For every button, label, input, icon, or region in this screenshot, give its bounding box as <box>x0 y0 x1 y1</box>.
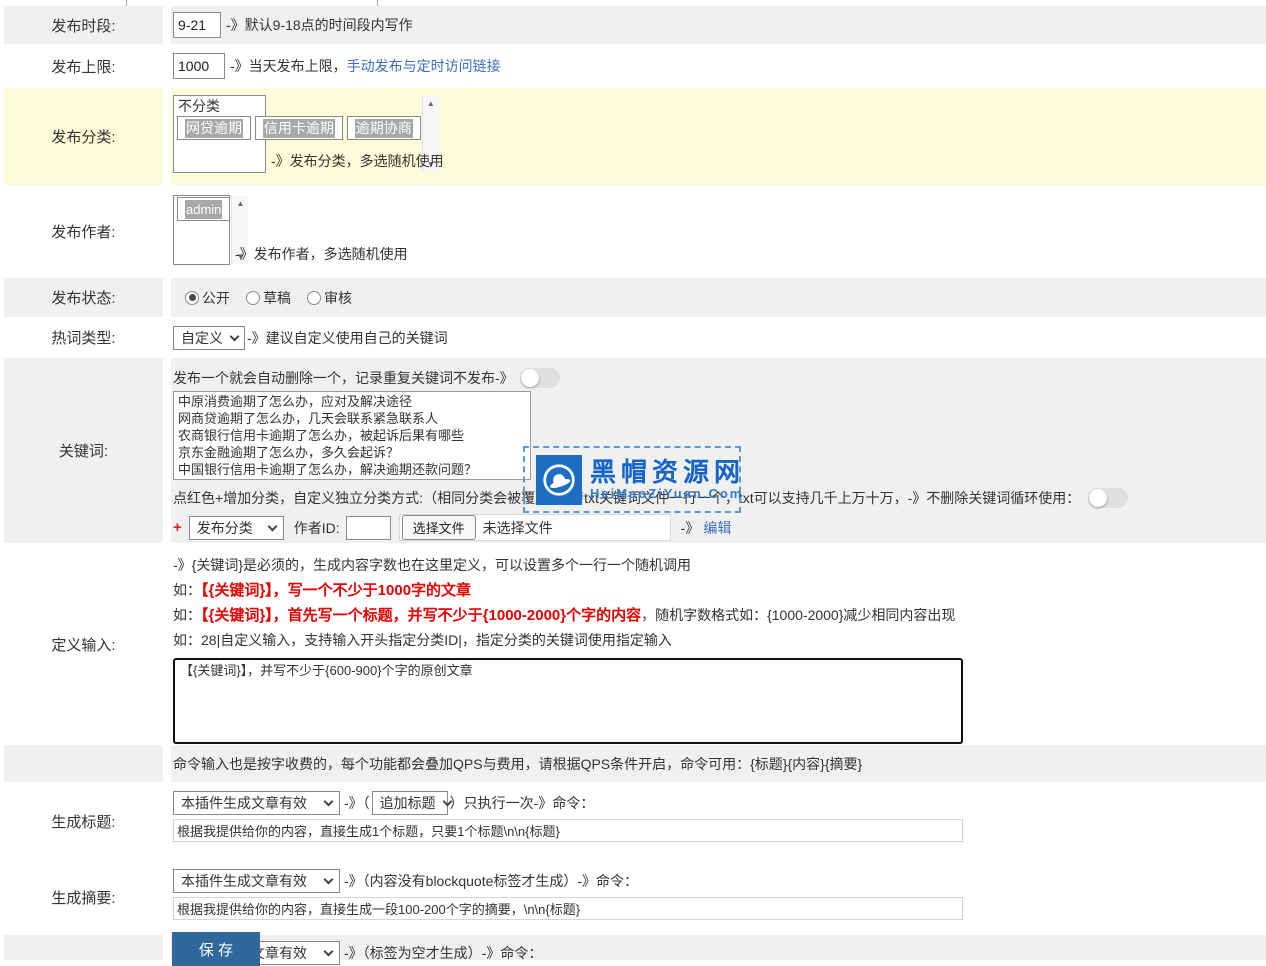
save-button[interactable]: 保 存 <box>172 932 260 966</box>
radio-icon[interactable] <box>307 291 321 305</box>
watermark-subtitle: HeiMaoZiYuan.Com <box>590 486 745 501</box>
scroll-up-icon[interactable]: ▲ <box>427 99 435 108</box>
row-publish-limit: 发布上限: -》当天发布上限，手动发布与定时访问链接 <box>0 44 1266 88</box>
row-command-note: 命令输入也是按字收费的，每个功能都会叠加QPS与费用，请根据QPS条件开启，命令… <box>0 745 1266 782</box>
row-publish-status: 发布状态: 公开 草稿 审核 <box>0 278 1266 317</box>
publish-time-hint: -》默认9-18点的时间段内写作 <box>226 15 413 35</box>
publish-status-group: 公开 草稿 审核 <box>185 288 352 308</box>
define-line-3-red: 【{关键词}】，首先写一个标题，并写不少于{1000-2000}个字的内容 <box>201 607 641 624</box>
chevron-down-icon <box>230 331 240 341</box>
choose-file-button[interactable]: 选择文件 <box>402 515 476 540</box>
publish-time-label: 发布时段: <box>4 6 163 44</box>
chevron-down-icon <box>324 875 334 885</box>
define-line-3: 如：【{关键词}】，首先写一个标题，并写不少于{1000-2000}个字的内容，… <box>173 603 955 628</box>
category-option-selected[interactable]: 信用卡逾期 <box>255 116 343 140</box>
row-hotword-type: 热词类型: 自定义 -》建议自定义使用自己的关键词 <box>0 317 1266 358</box>
gen-title-append-select[interactable]: 追加标题 <box>372 791 448 815</box>
manual-publish-link[interactable]: 手动发布与定时访问链接 <box>347 56 501 76</box>
scroll-up-icon[interactable]: ▲ <box>236 199 244 208</box>
input-edge-fragment <box>126 0 127 6</box>
add-category-plus-icon[interactable]: + <box>173 519 182 536</box>
row-gen-summary: 生成摘要: 本插件生成文章有效 -》（内容没有blockquote标签才生成）-… <box>0 860 1266 935</box>
define-input-label: 定义输入: <box>4 543 163 745</box>
row-publish-author: 发布作者: admin ▲ ▼ -》发布作者，多选随机使用 <box>0 185 1266 278</box>
gen-summary-mode-select[interactable]: 本插件生成文章有效 <box>173 869 340 893</box>
keyword-line: 网商贷逾期了怎么办，几天会联系紧急联系人 <box>178 410 526 427</box>
gen-title-label: 生成标题: <box>4 782 163 860</box>
edit-link[interactable]: 编辑 <box>703 518 731 538</box>
publish-limit-label: 发布上限: <box>4 44 163 88</box>
watermark-box: 黑帽资源网 HeiMaoZiYuan.Com <box>523 446 741 513</box>
gen-title-command-input[interactable]: 根据我提供给你的内容，直接生成1个标题，只要1个标题\n\n{标题} <box>173 819 963 842</box>
keyword-line: 农商银行信用卡逾期了怎么办，被起诉后果有哪些 <box>178 427 526 444</box>
file-upload-control[interactable]: 选择文件 未选择文件 <box>399 514 671 541</box>
publish-limit-input[interactable] <box>173 53 225 79</box>
keywords-label: 关键词: <box>4 358 163 543</box>
keyword-line: 中国银行信用卡逾期了怎么办，解决逾期还款问题？ <box>178 461 526 478</box>
chevron-down-icon <box>324 797 334 807</box>
define-line-2-red: 【{关键词}】，写一个不少于1000字的文章 <box>201 582 471 599</box>
black-hat-logo-icon <box>536 455 582 505</box>
radio-checked-icon[interactable] <box>185 291 199 305</box>
publish-limit-hint: -》当天发布上限， <box>230 56 347 76</box>
author-id-label: 作者ID: <box>294 518 340 538</box>
publish-category-label: 发布分类: <box>4 88 163 185</box>
radio-public[interactable]: 公开 <box>185 288 230 308</box>
file-status-text: 未选择文件 <box>483 518 553 538</box>
define-input-textarea[interactable]: 【{关键词}】，并写不少于{600-900}个字的原创文章 <box>173 658 963 744</box>
publish-status-label: 发布状态: <box>4 278 163 317</box>
radio-review[interactable]: 审核 <box>307 288 352 308</box>
row-publish-time: 发布时段: -》默认9-18点的时间段内写作 <box>0 6 1266 44</box>
publish-author-hint: -》发布作者，多选随机使用 <box>235 244 408 264</box>
edit-arrow-text: -》 <box>681 518 700 538</box>
author-listbox[interactable]: admin ▲ ▼ <box>173 195 230 265</box>
define-line-1: -》{关键词}是必须的，生成内容字数也在这里定义，可以设置多个一行一个随机调用 <box>173 553 691 578</box>
watermark-title: 黑帽资源网 <box>590 459 745 485</box>
hotword-type-label: 热词类型: <box>4 317 163 358</box>
keyword-line: 京东金融逾期了怎么办，多久会起诉？ <box>178 444 526 461</box>
hotword-type-hint: -》建议自定义使用自己的关键词 <box>247 328 448 348</box>
gen-summary-label: 生成摘要: <box>4 860 163 935</box>
gen-title-mode-select[interactable]: 本插件生成文章有效 <box>173 791 340 815</box>
hotword-type-select[interactable]: 自定义 <box>173 326 245 350</box>
define-line-4: 如：28|自定义输入，支持输入开头指定分类ID|，指定分类的关键词使用指定输入 <box>173 628 672 653</box>
keywords-toggle-text: 发布一个就会自动删除一个，记录重复关键词不发布-》 <box>173 368 514 388</box>
category-option-selected[interactable]: 逾期协商 <box>347 116 421 140</box>
radio-draft[interactable]: 草稿 <box>246 288 291 308</box>
row-publish-category: 发布分类: 不分类 网贷逾期 信用卡逾期 逾期协商 ▲ ▼ -》发布分类，多选随… <box>0 88 1266 185</box>
publish-time-input[interactable] <box>173 12 221 38</box>
command-note-text: 命令输入也是按字收费的，每个功能都会叠加QPS与费用，请根据QPS条件开启，命令… <box>173 754 862 774</box>
row-gen-title: 生成标题: 本插件生成文章有效 -》（ 追加标题 ）只执行一次-》命令： 根据我… <box>0 782 1266 860</box>
chevron-down-icon <box>324 947 334 957</box>
define-line-2: 如：【{关键词}】，写一个不少于1000字的文章 <box>173 578 471 603</box>
chevron-down-icon <box>267 521 277 531</box>
gen-tag-note: -》（标签为空才生成）-》命令： <box>344 943 542 963</box>
keyword-category-select[interactable]: 发布分类 <box>189 516 284 540</box>
category-option-selected[interactable]: 网贷逾期 <box>177 116 251 140</box>
author-id-input[interactable] <box>346 516 391 540</box>
gen-summary-command-input[interactable]: 根据我提供给你的内容，直接生成一段100-200个字的摘要，\n\n{标题} <box>173 897 963 920</box>
keyword-line: 中原消费逾期了怎么办，应对及解决途径 <box>178 393 526 410</box>
publish-category-hint: -》发布分类，多选随机使用 <box>271 151 444 171</box>
publish-author-label: 发布作者: <box>4 185 163 278</box>
dedupe-toggle[interactable] <box>520 368 560 388</box>
author-option-selected[interactable]: admin <box>177 197 230 221</box>
radio-icon[interactable] <box>246 291 260 305</box>
keywords-list-box[interactable]: 中原消费逾期了怎么办，应对及解决途径 网商贷逾期了怎么办，几天会联系紧急联系人 … <box>173 391 531 480</box>
keyword-loop-toggle[interactable] <box>1088 488 1128 508</box>
row-define-input: 定义输入: -》{关键词}是必须的，生成内容字数也在这里定义，可以设置多个一行一… <box>0 543 1266 745</box>
category-option[interactable]: 不分类 <box>177 97 421 116</box>
category-listbox[interactable]: 不分类 网贷逾期 信用卡逾期 逾期协商 ▲ ▼ <box>173 95 266 173</box>
